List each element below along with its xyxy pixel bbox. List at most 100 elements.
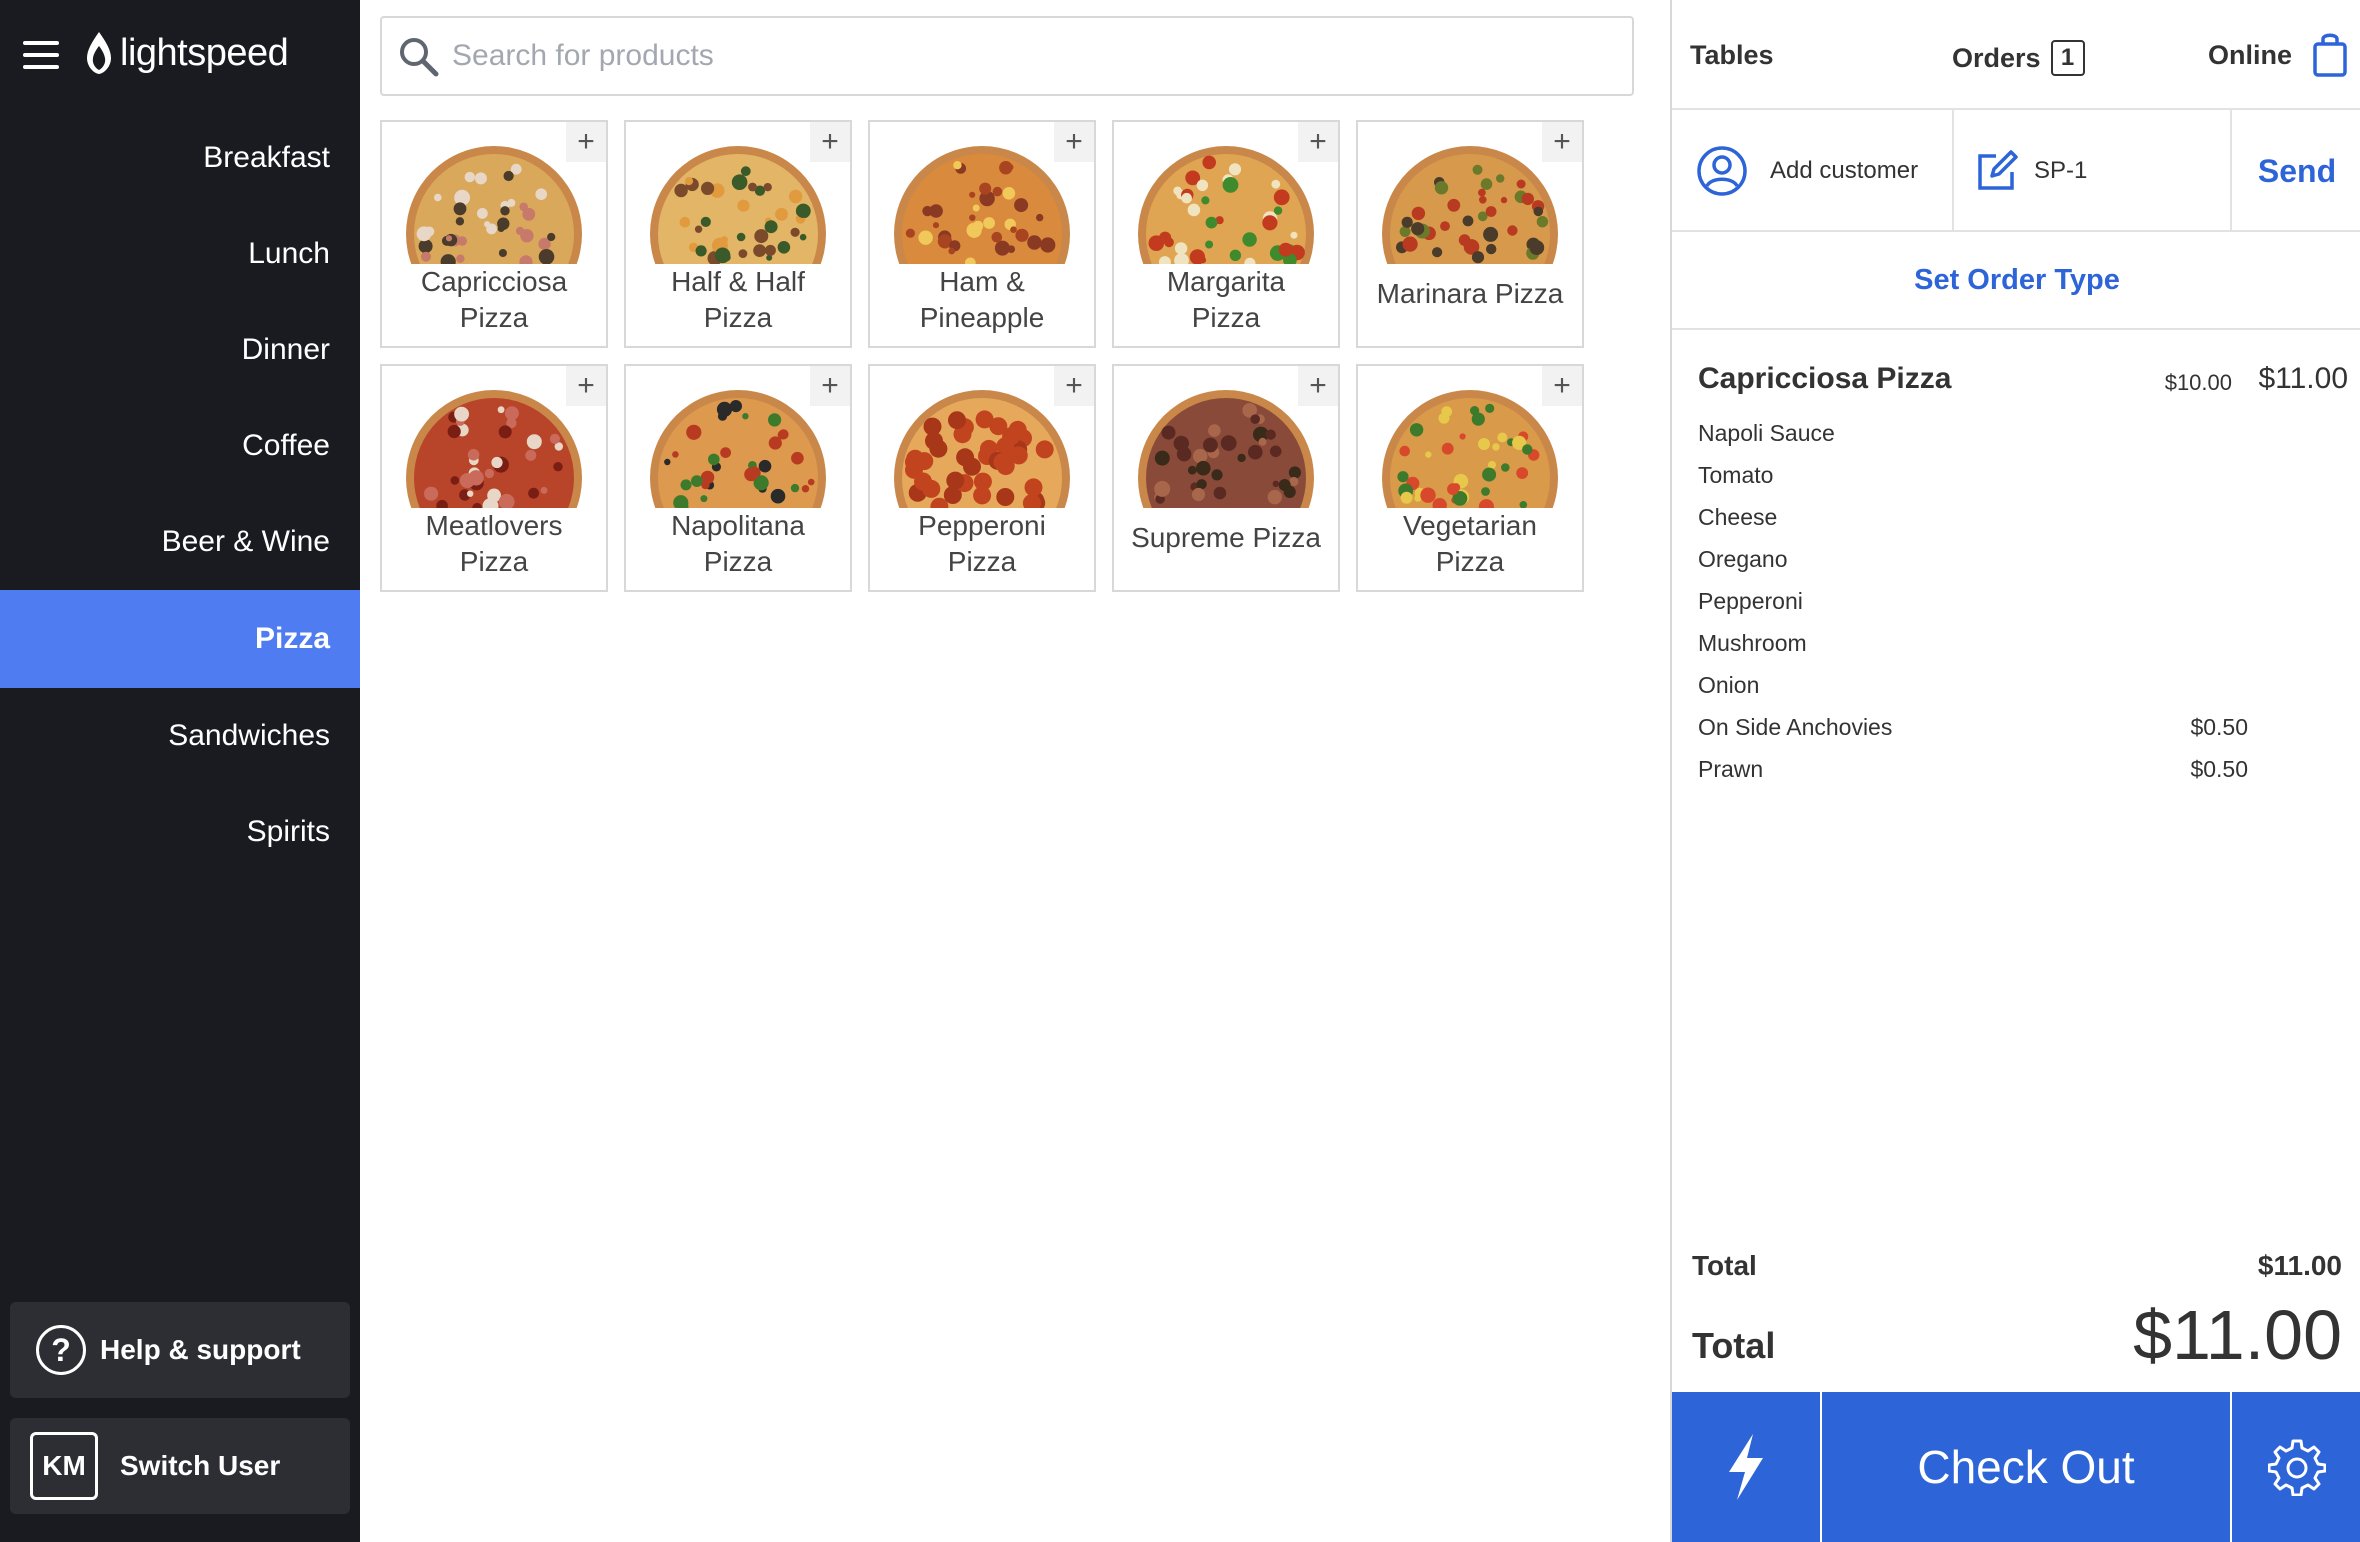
product-label-line: Pizza: [947, 546, 1017, 577]
product-label: Margarita Pizza: [1163, 264, 1289, 336]
add-customer-button[interactable]: Add customer: [1672, 110, 1954, 232]
menu-icon[interactable]: [23, 41, 59, 69]
product-tile[interactable]: + Supreme Pizza: [1112, 364, 1340, 592]
add-option-icon[interactable]: +: [1054, 366, 1094, 406]
category-lunch[interactable]: Lunch: [0, 206, 360, 302]
add-option-icon[interactable]: +: [566, 122, 606, 162]
product-tile[interactable]: + Half & Half Pizza: [624, 120, 852, 348]
pizza-ham-pineapple-icon: [892, 134, 1072, 264]
pizza-pepperoni-icon: [892, 378, 1072, 508]
quick-pay-button[interactable]: [1672, 1392, 1822, 1542]
modifier-name: Mushroom: [1698, 630, 1807, 656]
modifier-item: Pepperoni: [1698, 588, 2248, 630]
modifier-price: [2148, 462, 2248, 504]
order-controls: Add customer SP-1 Send: [1672, 110, 2360, 232]
modifier-price: [2148, 588, 2248, 630]
add-option-icon[interactable]: +: [1054, 122, 1094, 162]
category-coffee[interactable]: Coffee: [0, 398, 360, 494]
product-label-line: Napolitana: [671, 510, 805, 541]
product-label-line: Pizza: [459, 546, 529, 577]
category-dinner[interactable]: Dinner: [0, 302, 360, 398]
modifier-name: Cheese: [1698, 504, 1778, 530]
line-item-unit-price: $10.00: [2164, 370, 2232, 395]
product-label-line: Pepperoni: [918, 510, 1046, 541]
switch-user-button[interactable]: KM Switch User: [10, 1418, 350, 1514]
product-tile[interactable]: + Napolitana Pizza: [624, 364, 852, 592]
tab-online[interactable]: Online: [2208, 40, 2292, 71]
set-order-type-button[interactable]: Set Order Type: [1672, 232, 2360, 330]
product-tile[interactable]: + Ham & Pineapple: [868, 120, 1096, 348]
product-label: Supreme Pizza: [1127, 520, 1325, 556]
modifier-name: On Side Anchovies: [1698, 714, 1893, 740]
total-row: Total $11.00: [1692, 1295, 2342, 1375]
line-item-name: Capricciosa Pizza: [1698, 362, 1952, 395]
modifier-name: Pepperoni: [1698, 588, 1803, 614]
search-input[interactable]: [452, 39, 1552, 73]
send-button[interactable]: Send: [2232, 110, 2360, 232]
category-pizza[interactable]: Pizza: [0, 590, 360, 688]
subtotal-value: $11.00: [2257, 1250, 2342, 1281]
category-spirits[interactable]: Spirits: [0, 784, 360, 880]
tab-orders[interactable]: Orders 1: [1952, 40, 2085, 76]
tab-tables[interactable]: Tables: [1690, 40, 1774, 71]
product-label-line: Supreme Pizza: [1131, 522, 1321, 553]
product-label-line: Ham &: [939, 266, 1025, 297]
help-support-label: Help & support: [100, 1334, 301, 1365]
modifier-item: On Side Anchovies $0.50: [1698, 714, 2248, 756]
total-value: $11.00: [2133, 1296, 2342, 1374]
pizza-meatlovers-icon: [404, 378, 584, 508]
add-option-icon[interactable]: +: [810, 366, 850, 406]
shopping-bag-icon[interactable]: [2312, 30, 2348, 78]
product-tile[interactable]: + Vegetarian Pizza: [1356, 364, 1584, 592]
product-label: Marinara Pizza: [1373, 276, 1568, 312]
subtotal-label: Total: [1692, 1250, 1757, 1281]
checkout-button[interactable]: Check Out: [1822, 1392, 2232, 1542]
lightning-icon: [1729, 1434, 1763, 1500]
add-option-icon[interactable]: +: [1542, 122, 1582, 162]
category-breakfast[interactable]: Breakfast: [0, 110, 360, 206]
total-label: Total: [1692, 1325, 1776, 1366]
category-sandwiches[interactable]: Sandwiches: [0, 688, 360, 784]
add-option-icon[interactable]: +: [1542, 366, 1582, 406]
product-tile[interactable]: + Margarita Pizza: [1112, 120, 1340, 348]
product-label: Vegetarian Pizza: [1399, 508, 1541, 580]
help-support-button[interactable]: ? Help & support: [10, 1302, 350, 1398]
subtotal-row: Total $11.00: [1692, 1250, 2342, 1282]
help-icon: ?: [36, 1325, 86, 1375]
product-tile[interactable]: + Capricciosa Pizza: [380, 120, 608, 348]
modifier-item: Cheese: [1698, 504, 2248, 546]
product-label: Half & Half Pizza: [667, 264, 809, 336]
modifier-price: $0.50: [2190, 714, 2248, 740]
modifier-name: Napoli Sauce: [1698, 420, 1835, 446]
switch-user-label: Switch User: [120, 1450, 281, 1481]
person-icon: [1697, 146, 1747, 196]
add-option-icon[interactable]: +: [1298, 122, 1338, 162]
product-label-line: Pizza: [1191, 302, 1261, 333]
search-bar: [380, 16, 1634, 96]
line-item-total: $11.00: [2258, 362, 2348, 395]
product-tile[interactable]: + Marinara Pizza: [1356, 120, 1584, 348]
product-label-line: Capricciosa: [420, 266, 568, 297]
modifier-item: Tomato: [1698, 462, 2248, 504]
edit-icon: [1978, 150, 2018, 190]
tab-orders-label: Orders: [1952, 42, 2041, 73]
product-label-line: Pizza: [459, 302, 529, 333]
pizza-supreme-icon: [1136, 378, 1316, 508]
add-option-icon[interactable]: +: [566, 366, 606, 406]
order-name-label: SP-1: [2034, 157, 2088, 184]
product-label-line: Pizza: [1435, 546, 1505, 577]
add-customer-label: Add customer: [1770, 157, 1919, 184]
modifier-name: Prawn: [1698, 756, 1764, 782]
add-option-icon[interactable]: +: [810, 122, 850, 162]
sidebar-header: lightspeed: [0, 0, 360, 110]
product-area: +CapricciosaPizza+Half & HalfPizza+Ham &…: [360, 0, 1670, 1542]
category-beer-wine[interactable]: Beer & Wine: [0, 494, 360, 590]
gear-icon: [2268, 1439, 2326, 1496]
product-label-line: Margarita: [1166, 266, 1286, 297]
pizza-marinara-icon: [1380, 134, 1560, 264]
product-tile[interactable]: + Pepperoni Pizza: [868, 364, 1096, 592]
add-option-icon[interactable]: +: [1298, 366, 1338, 406]
settings-button[interactable]: [2232, 1392, 2360, 1542]
product-tile[interactable]: + Meatlovers Pizza: [380, 364, 608, 592]
order-name-button[interactable]: SP-1: [1954, 110, 2232, 232]
